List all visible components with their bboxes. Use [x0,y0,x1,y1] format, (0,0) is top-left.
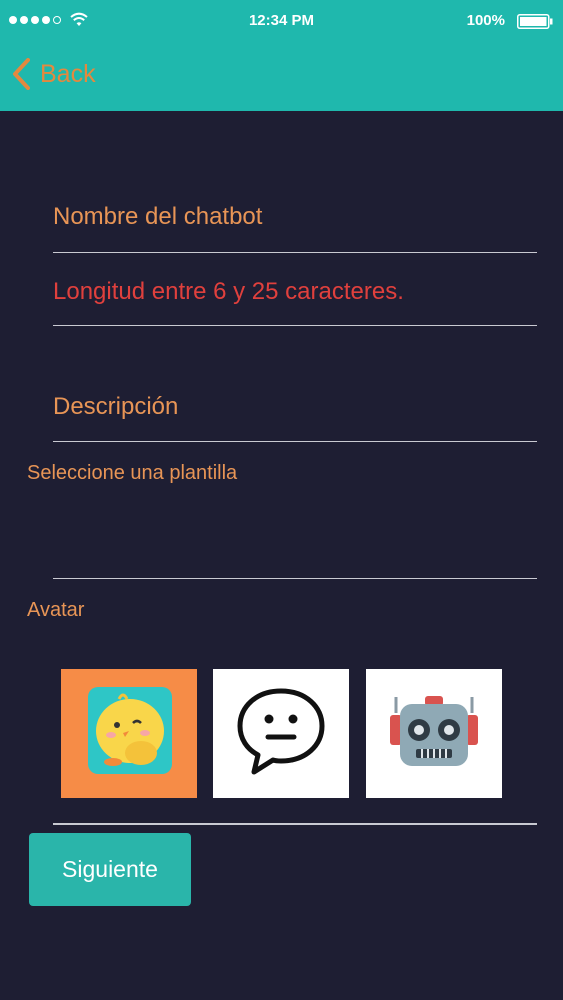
chick-avatar-icon [88,687,172,774]
speech-bubble-face-icon [237,688,325,775]
chatbot-name-field[interactable]: Nombre del chatbot [53,196,537,253]
name-error-message: Longitud entre 6 y 25 caracteres. [53,278,404,305]
back-button[interactable]: Back [12,54,96,94]
back-label: Back [40,59,96,88]
name-error-row: Longitud entre 6 y 25 caracteres. [53,270,537,326]
next-button[interactable]: Siguiente [29,833,191,906]
avatar-option-robot[interactable] [366,669,502,798]
status-bar: 12:34 PM 100% [0,0,563,42]
avatar-option-speech-bubble[interactable] [213,669,349,798]
template-select[interactable] [53,520,537,579]
app-header: 12:34 PM 100% Back [0,0,563,111]
chevron-left-icon [13,58,30,90]
description-placeholder: Descripción [53,393,179,420]
avatar-label: Avatar [27,599,85,621]
battery-icon [517,14,553,29]
chatbot-name-placeholder: Nombre del chatbot [53,203,263,230]
template-label: Seleccione una plantilla [27,462,238,484]
robot-head-icon [390,696,478,766]
battery-percentage: 100% [466,12,505,29]
description-field[interactable]: Descripción [53,385,537,442]
avatar-divider [53,823,537,825]
avatar-option-chick[interactable] [61,669,197,798]
